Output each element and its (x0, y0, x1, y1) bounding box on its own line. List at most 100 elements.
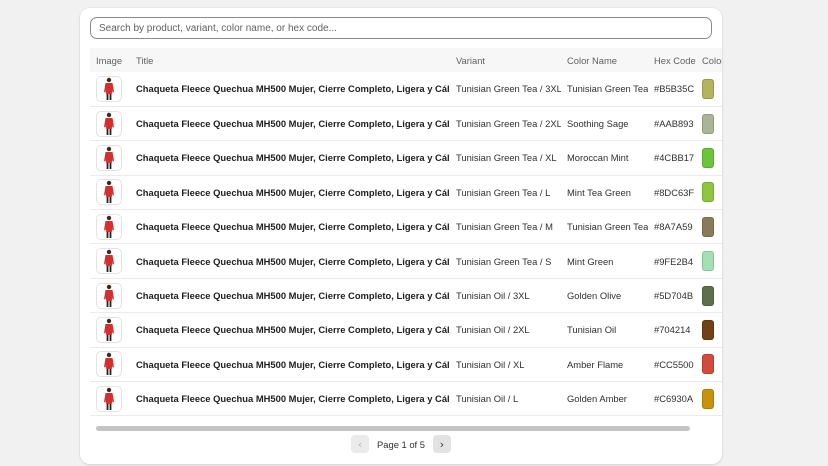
color-swatch[interactable] (702, 319, 714, 340)
variant-cell: Tunisian Oil / XL (450, 347, 561, 383)
color-swatch[interactable] (702, 354, 714, 375)
table-row[interactable]: Chaqueta Fleece Quechua MH500 Mujer, Cie… (90, 72, 722, 107)
image-cell (90, 175, 130, 211)
header-hex-code[interactable]: Hex Code (648, 48, 696, 72)
image-cell (90, 381, 130, 417)
chevron-left-icon: ‹ (357, 437, 363, 451)
color-name-cell: Tunisian Green Tea (561, 72, 648, 107)
variant-cell: Tunisian Green Tea / S (450, 243, 561, 279)
color-cell (696, 381, 722, 417)
search-input[interactable] (90, 17, 712, 39)
table-row[interactable]: Chaqueta Fleece Quechua MH500 Mujer, Cie… (90, 140, 722, 176)
product-thumbnail[interactable] (96, 75, 122, 102)
page-indicator: Page 1 of 5 (377, 438, 425, 450)
variant-cell: Tunisian Green Tea / L (450, 175, 561, 211)
next-page-button[interactable]: › (432, 435, 451, 453)
product-thumbnail[interactable] (96, 351, 122, 378)
product-thumbnail[interactable] (96, 213, 122, 240)
header-color[interactable]: Color (696, 48, 722, 72)
title-cell: Chaqueta Fleece Quechua MH500 Mujer, Cie… (130, 278, 450, 314)
hex-code-cell: #9FE2B4 (648, 243, 696, 279)
color-name-cell: Mint Tea Green (561, 175, 648, 211)
product-thumbnail[interactable] (96, 110, 122, 137)
hex-code-cell: #CC5500 (648, 347, 696, 383)
horizontal-scrollbar[interactable] (96, 426, 690, 431)
color-swatch[interactable] (702, 78, 714, 99)
pagination: ‹ Page 1 of 5 › (80, 435, 722, 453)
hex-code-cell: #704214 (648, 312, 696, 348)
table-row[interactable]: Chaqueta Fleece Quechua MH500 Mujer, Cie… (90, 347, 722, 383)
title-cell: Chaqueta Fleece Quechua MH500 Mujer, Cie… (130, 209, 450, 245)
color-cell (696, 175, 722, 211)
product-thumbnail[interactable] (96, 248, 122, 275)
title-cell: Chaqueta Fleece Quechua MH500 Mujer, Cie… (130, 243, 450, 279)
color-name-cell: Golden Olive (561, 278, 648, 314)
title-cell: Chaqueta Fleece Quechua MH500 Mujer, Cie… (130, 72, 450, 107)
product-thumbnail[interactable] (96, 144, 122, 171)
variant-cell: Tunisian Oil / 2XL (450, 312, 561, 348)
table-row[interactable]: Chaqueta Fleece Quechua MH500 Mujer, Cie… (90, 312, 722, 348)
header-color-name[interactable]: Color Name (561, 48, 648, 72)
hex-code-cell: #4CBB17 (648, 140, 696, 176)
color-cell (696, 347, 722, 383)
color-cell (696, 243, 722, 279)
image-cell (90, 106, 130, 142)
table-container[interactable]: Image Title Variant Color Name Hex Code … (90, 48, 722, 420)
color-cell (696, 312, 722, 348)
header-image[interactable]: Image (90, 48, 130, 72)
product-thumbnail[interactable] (96, 316, 122, 343)
header-title[interactable]: Title (130, 48, 450, 72)
title-cell: Chaqueta Fleece Quechua MH500 Mujer, Cie… (130, 381, 450, 417)
color-name-cell: Tunisian Oil (561, 312, 648, 348)
variant-cell: Tunisian Green Tea / XL (450, 140, 561, 176)
image-cell (90, 243, 130, 279)
image-cell (90, 278, 130, 314)
color-name-cell: Tunisian Green Tea (561, 209, 648, 245)
color-swatch[interactable] (702, 251, 714, 272)
header-variant[interactable]: Variant (450, 48, 561, 72)
product-thumbnail[interactable] (96, 179, 122, 206)
table-row[interactable]: Chaqueta Fleece Quechua MH500 Mujer, Cie… (90, 278, 722, 314)
table-row[interactable]: Chaqueta Fleece Quechua MH500 Mujer, Cie… (90, 106, 722, 142)
image-cell (90, 312, 130, 348)
title-cell: Chaqueta Fleece Quechua MH500 Mujer, Cie… (130, 140, 450, 176)
table-header-row: Image Title Variant Color Name Hex Code … (90, 48, 722, 72)
color-swatch[interactable] (702, 388, 714, 409)
table-row[interactable]: Chaqueta Fleece Quechua MH500 Mujer, Cie… (90, 175, 722, 211)
title-cell: Chaqueta Fleece Quechua MH500 Mujer, Cie… (130, 106, 450, 142)
color-cell (696, 106, 722, 142)
image-cell (90, 209, 130, 245)
color-swatch[interactable] (702, 147, 714, 168)
hex-code-cell: #8DC63F (648, 175, 696, 211)
product-thumbnail[interactable] (96, 282, 122, 309)
color-swatch[interactable] (702, 113, 714, 134)
color-name-cell: Amber Flame (561, 347, 648, 383)
image-cell (90, 140, 130, 176)
hex-code-cell: #C6930A (648, 381, 696, 417)
color-cell (696, 72, 722, 107)
color-cell (696, 140, 722, 176)
color-name-cell: Golden Amber (561, 381, 648, 417)
image-cell (90, 72, 130, 107)
prev-page-button[interactable]: ‹ (351, 435, 370, 453)
product-thumbnail[interactable] (96, 385, 122, 412)
chevron-right-icon: › (439, 437, 445, 451)
variant-cell: Tunisian Oil / 3XL (450, 278, 561, 314)
hex-code-cell: #5D704B (648, 278, 696, 314)
color-swatch[interactable] (702, 182, 714, 203)
color-swatch[interactable] (702, 216, 714, 237)
variant-cell: Tunisian Green Tea / 2XL (450, 106, 561, 142)
variant-cell: Tunisian Green Tea / 3XL (450, 72, 561, 107)
variant-cell: Tunisian Oil / L (450, 381, 561, 417)
image-cell (90, 347, 130, 383)
variant-cell: Tunisian Green Tea / M (450, 209, 561, 245)
table-row[interactable]: Chaqueta Fleece Quechua MH500 Mujer, Cie… (90, 381, 722, 417)
color-cell (696, 209, 722, 245)
table-row[interactable]: Chaqueta Fleece Quechua MH500 Mujer, Cie… (90, 209, 722, 245)
title-cell: Chaqueta Fleece Quechua MH500 Mujer, Cie… (130, 175, 450, 211)
color-name-cell: Moroccan Mint (561, 140, 648, 176)
table-row[interactable]: Chaqueta Fleece Quechua MH500 Mujer, Cie… (90, 243, 722, 279)
title-cell: Chaqueta Fleece Quechua MH500 Mujer, Cie… (130, 312, 450, 348)
color-swatch[interactable] (702, 285, 714, 306)
color-name-cell: Mint Green (561, 243, 648, 279)
